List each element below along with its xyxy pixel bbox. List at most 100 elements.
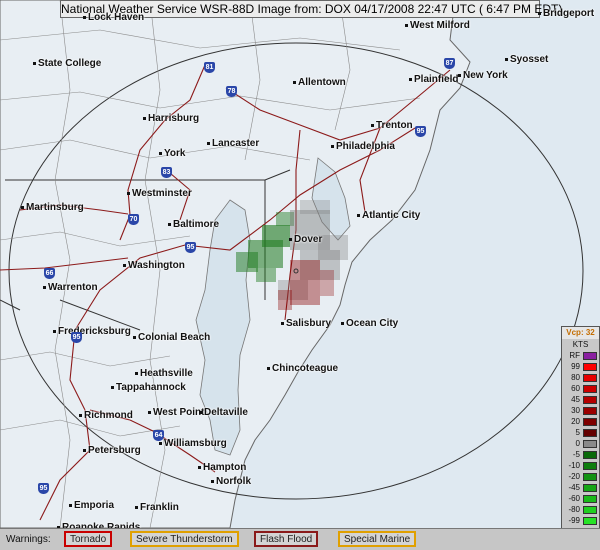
- city-label: Atlantic City: [362, 210, 421, 221]
- city-marker: [133, 336, 136, 339]
- legend-value: -5: [572, 450, 580, 459]
- city-label: Salisbury: [286, 318, 332, 329]
- city-marker: [331, 145, 334, 148]
- warning-special-marine-button[interactable]: Special Marine: [338, 531, 417, 547]
- warning-flash-flood-button[interactable]: Flash Flood: [254, 531, 319, 547]
- legend-value: 0: [575, 439, 580, 448]
- legend-swatch: [583, 418, 597, 426]
- city-marker: [21, 206, 24, 209]
- legend-swatch: [583, 495, 597, 503]
- city-label: Baltimore: [173, 219, 220, 230]
- city-marker: [159, 442, 162, 445]
- legend-swatch: [583, 429, 597, 437]
- legend-value: 60: [571, 384, 580, 393]
- city-marker: [83, 449, 86, 452]
- city-marker: [405, 24, 408, 27]
- city-label: New York: [463, 70, 508, 81]
- city-marker: [281, 322, 284, 325]
- city-marker: [341, 322, 344, 325]
- city-label: Heathsville: [140, 368, 193, 379]
- legend-row: 99: [562, 362, 599, 372]
- legend-value: -80: [568, 505, 580, 514]
- legend-swatch: [583, 473, 597, 481]
- city-marker: [458, 74, 461, 77]
- legend-swatch: [583, 451, 597, 459]
- city-label: Deltaville: [204, 407, 248, 418]
- city-label: Petersburg: [88, 445, 141, 456]
- city-marker: [123, 264, 126, 267]
- warnings-bar: Warnings: Tornado Severe Thunderstorm Flas…: [0, 528, 600, 550]
- legend-row: -5: [562, 450, 599, 460]
- legend-row: 30: [562, 406, 599, 416]
- legend-row: -99: [562, 516, 599, 526]
- legend-row: 0: [562, 439, 599, 449]
- legend-row: RF: [562, 351, 599, 361]
- city-label: West Milford: [410, 20, 470, 31]
- city-marker: [159, 152, 162, 155]
- city-label: West Point: [153, 407, 205, 418]
- interstate-shield-icon: 81: [204, 62, 215, 73]
- legend-value: 80: [571, 373, 580, 382]
- warning-severe-thunderstorm-button[interactable]: Severe Thunderstorm: [130, 531, 239, 547]
- city-marker: [505, 58, 508, 61]
- city-marker: [33, 62, 36, 65]
- interstate-shield-icon: 95: [71, 332, 82, 343]
- legend-row: -60: [562, 494, 599, 504]
- city-marker: [267, 367, 270, 370]
- city-marker: [143, 117, 146, 120]
- legend-row: -20: [562, 472, 599, 482]
- city-marker: [538, 12, 541, 15]
- city-label: Chincoteague: [272, 363, 339, 374]
- city-marker: [207, 142, 210, 145]
- legend-swatch: [583, 407, 597, 415]
- city-marker: [168, 223, 171, 226]
- legend-row: 45: [562, 395, 599, 405]
- interstate-shield-icon: 95: [38, 483, 49, 494]
- legend-row: -80: [562, 505, 599, 515]
- legend-row: 60: [562, 384, 599, 394]
- city-marker: [79, 414, 82, 417]
- city-marker: [148, 411, 151, 414]
- city-marker: [211, 480, 214, 483]
- city-marker: [293, 81, 296, 84]
- city-marker: [135, 506, 138, 509]
- city-label: Washington: [128, 260, 185, 271]
- legend-value: -45: [568, 483, 580, 492]
- interstate-shield-icon: 83: [161, 167, 172, 178]
- city-marker: [69, 504, 72, 507]
- legend-swatch: [583, 363, 597, 371]
- warning-tornado-button[interactable]: Tornado: [64, 531, 113, 547]
- legend-swatch: [583, 396, 597, 404]
- city-marker: [357, 214, 360, 217]
- city-marker: [111, 386, 114, 389]
- city-label: Lancaster: [212, 138, 260, 149]
- city-marker: [83, 16, 86, 19]
- interstate-shield-icon: 95: [185, 242, 196, 253]
- city-marker: [53, 330, 56, 333]
- legend-value: -20: [568, 472, 580, 481]
- legend-swatch: [583, 506, 597, 514]
- city-marker: [409, 78, 412, 81]
- city-label: York: [164, 148, 186, 159]
- city-label: Dover: [294, 234, 323, 245]
- legend-value: -60: [568, 494, 580, 503]
- interstate-shield-icon: 95: [415, 126, 426, 137]
- city-label: Lock Haven: [88, 12, 145, 23]
- legend-value: -99: [568, 516, 580, 525]
- city-label: Martinsburg: [26, 202, 84, 213]
- city-label: State College: [38, 58, 102, 69]
- city-label: Trenton: [376, 120, 413, 131]
- city-label: Syosset: [510, 54, 549, 65]
- radar-frame: National Weather Service WSR-88D Image f…: [0, 0, 600, 550]
- legend-swatch: [583, 385, 597, 393]
- city-label: Bridgeport: [543, 8, 595, 19]
- city-label: Warrenton: [48, 282, 98, 293]
- city-label: Tappahannock: [116, 382, 186, 393]
- legend-swatch: [583, 462, 597, 470]
- city-label: Emporia: [74, 500, 115, 511]
- legend-value: 5: [575, 428, 580, 437]
- legend-swatch: [583, 517, 597, 525]
- city-marker: [199, 411, 202, 414]
- city-marker: [43, 286, 46, 289]
- interstate-shield-icon: 78: [226, 86, 237, 97]
